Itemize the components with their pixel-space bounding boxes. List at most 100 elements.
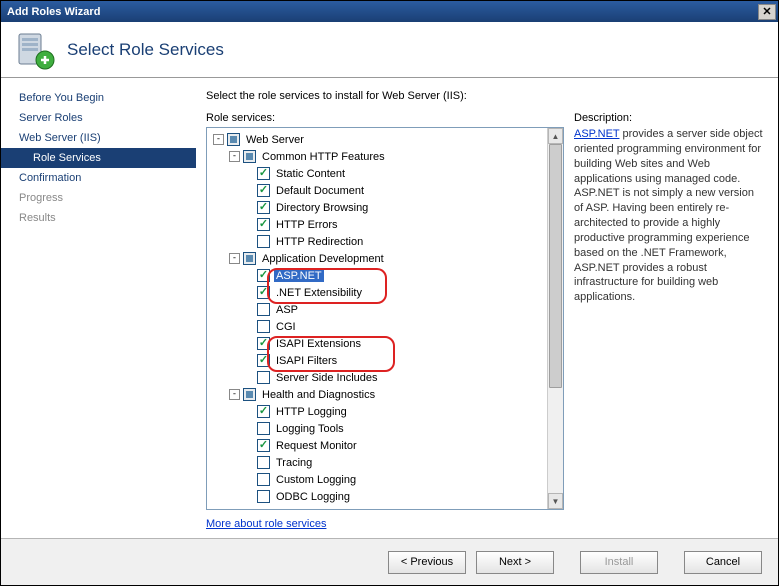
scroll-thumb[interactable] xyxy=(549,144,562,388)
checkbox[interactable] xyxy=(257,184,270,197)
wizard-step-0[interactable]: Before You Begin xyxy=(1,88,196,108)
tree-node-label: ASP xyxy=(274,304,300,316)
tree-node[interactable]: - Common HTTP Features xyxy=(207,148,547,165)
checkbox[interactable] xyxy=(257,320,270,333)
tree-label: Role services: xyxy=(206,112,564,124)
wizard-steps-sidebar: Before You BeginServer RolesWeb Server (… xyxy=(1,78,196,538)
checkbox[interactable] xyxy=(257,167,270,180)
tree-node[interactable]: Default Document xyxy=(207,182,547,199)
expand-toggle[interactable]: - xyxy=(229,389,240,400)
description-body: provides a server side object oriented p… xyxy=(574,128,763,303)
tree-node[interactable]: HTTP Logging xyxy=(207,403,547,420)
next-button[interactable]: Next > xyxy=(476,551,554,574)
checkbox[interactable] xyxy=(257,456,270,469)
tree-node-label: HTTP Redirection xyxy=(274,236,365,248)
expand-toggle[interactable]: - xyxy=(229,151,240,162)
tree-node[interactable]: HTTP Errors xyxy=(207,216,547,233)
tree-scrollbar[interactable]: ▲ ▼ xyxy=(547,128,563,509)
tree-node[interactable]: .NET Extensibility xyxy=(207,284,547,301)
tree-node-label: Web Server xyxy=(244,134,306,146)
checkbox[interactable] xyxy=(257,422,270,435)
scroll-down-button[interactable]: ▼ xyxy=(548,493,563,509)
checkbox[interactable] xyxy=(243,252,256,265)
instruction-text: Select the role services to install for … xyxy=(206,90,764,102)
wizard-footer: < Previous Next > Install Cancel xyxy=(1,538,778,585)
checkbox[interactable] xyxy=(257,218,270,231)
checkbox[interactable] xyxy=(227,133,240,146)
checkbox[interactable] xyxy=(257,269,270,282)
checkbox[interactable] xyxy=(257,201,270,214)
tree-node[interactable]: Tracing xyxy=(207,454,547,471)
tree-node[interactable]: - Health and Diagnostics xyxy=(207,386,547,403)
wizard-header: Select Role Services xyxy=(1,22,778,78)
tree-node-label: Static Content xyxy=(274,168,347,180)
checkbox[interactable] xyxy=(243,150,256,163)
checkbox[interactable] xyxy=(257,354,270,367)
more-about-link[interactable]: More about role services xyxy=(206,518,326,530)
tree-node-label: ISAPI Extensions xyxy=(274,338,363,350)
checkbox[interactable] xyxy=(257,337,270,350)
checkbox[interactable] xyxy=(257,371,270,384)
wizard-step-4[interactable]: Confirmation xyxy=(1,168,196,188)
tree-node[interactable]: Server Side Includes xyxy=(207,369,547,386)
checkbox[interactable] xyxy=(257,286,270,299)
previous-button[interactable]: < Previous xyxy=(388,551,466,574)
tree-node[interactable]: ISAPI Extensions xyxy=(207,335,547,352)
window-title: Add Roles Wizard xyxy=(7,6,100,18)
tree-node-label: Application Development xyxy=(260,253,386,265)
description-label: Description: xyxy=(574,112,764,124)
server-role-icon xyxy=(15,30,55,70)
tree-node[interactable]: ASP.NET xyxy=(207,267,547,284)
checkbox[interactable] xyxy=(257,303,270,316)
wizard-step-2[interactable]: Web Server (IIS) xyxy=(1,128,196,148)
tree-node[interactable]: CGI xyxy=(207,318,547,335)
tree-node-label: Logging Tools xyxy=(274,423,346,435)
tree-node[interactable]: Custom Logging xyxy=(207,471,547,488)
close-button[interactable]: ✕ xyxy=(758,4,776,20)
expand-toggle[interactable]: - xyxy=(213,134,224,145)
wizard-step-3[interactable]: Role Services xyxy=(1,148,196,168)
wizard-step-1[interactable]: Server Roles xyxy=(1,108,196,128)
description-text: ASP.NET provides a server side object or… xyxy=(574,127,764,305)
page-title: Select Role Services xyxy=(67,40,224,60)
checkbox[interactable] xyxy=(257,439,270,452)
tree-node-label: ISAPI Filters xyxy=(274,355,339,367)
tree-node-label: Common HTTP Features xyxy=(260,151,387,163)
cancel-button[interactable]: Cancel xyxy=(684,551,762,574)
tree-node[interactable]: ODBC Logging xyxy=(207,488,547,505)
description-link[interactable]: ASP.NET xyxy=(574,128,619,140)
tree-node[interactable]: ASP xyxy=(207,301,547,318)
tree-node[interactable]: - Application Development xyxy=(207,250,547,267)
tree-node-label: HTTP Errors xyxy=(274,219,340,231)
tree-node-label: ASP.NET xyxy=(274,270,324,282)
expand-toggle[interactable]: - xyxy=(229,253,240,264)
checkbox[interactable] xyxy=(257,490,270,503)
checkbox[interactable] xyxy=(257,405,270,418)
tree-node-label: HTTP Logging xyxy=(274,406,349,418)
tree-node-label: Tracing xyxy=(274,457,314,469)
tree-node-label: CGI xyxy=(274,321,298,333)
tree-node-label: Custom Logging xyxy=(274,474,358,486)
role-services-tree[interactable]: -Web Server-Common HTTP FeaturesStatic C… xyxy=(206,127,564,510)
tree-node[interactable]: Directory Browsing xyxy=(207,199,547,216)
checkbox[interactable] xyxy=(257,235,270,248)
tree-node-label: .NET Extensibility xyxy=(274,287,364,299)
scroll-up-button[interactable]: ▲ xyxy=(548,128,563,144)
tree-node[interactable]: Static Content xyxy=(207,165,547,182)
checkbox[interactable] xyxy=(257,473,270,486)
tree-node[interactable]: - Web Server xyxy=(207,131,547,148)
tree-node-label: Server Side Includes xyxy=(274,372,380,384)
checkbox[interactable] xyxy=(243,388,256,401)
tree-node-label: Request Monitor xyxy=(274,440,359,452)
tree-node[interactable]: ISAPI Filters xyxy=(207,352,547,369)
install-button[interactable]: Install xyxy=(580,551,658,574)
tree-node-label: Directory Browsing xyxy=(274,202,370,214)
wizard-step-5: Progress xyxy=(1,188,196,208)
tree-node-label: Health and Diagnostics xyxy=(260,389,377,401)
tree-node[interactable]: HTTP Redirection xyxy=(207,233,547,250)
titlebar: Add Roles Wizard ✕ xyxy=(1,1,778,22)
tree-node[interactable]: Request Monitor xyxy=(207,437,547,454)
tree-node-label: Default Document xyxy=(274,185,366,197)
tree-node-label: ODBC Logging xyxy=(274,491,352,503)
tree-node[interactable]: Logging Tools xyxy=(207,420,547,437)
